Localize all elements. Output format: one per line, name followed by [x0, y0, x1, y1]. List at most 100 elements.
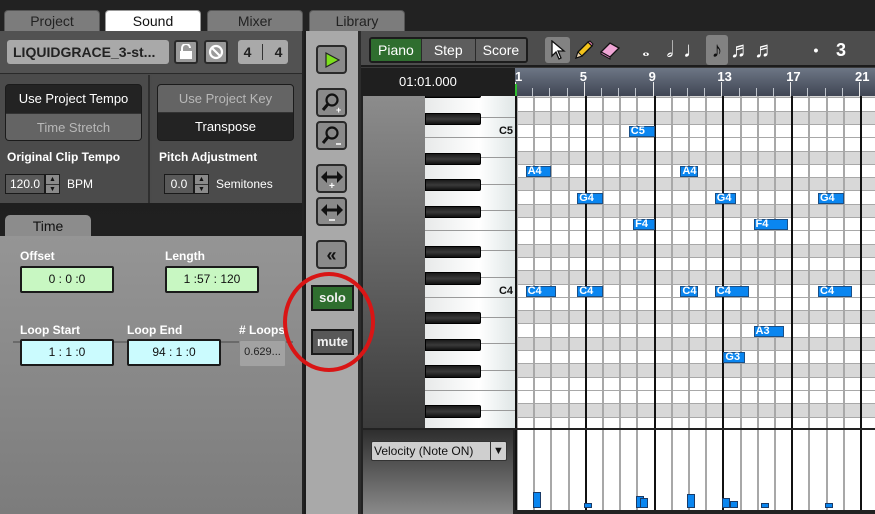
zoom-out-button[interactable] — [316, 121, 347, 150]
chevron-down-icon[interactable]: ▼ — [46, 184, 59, 194]
tab-library[interactable]: Library — [309, 10, 405, 31]
black-key[interactable] — [425, 312, 481, 325]
midi-note[interactable]: C4 — [818, 285, 853, 297]
black-key[interactable] — [425, 245, 481, 258]
chevron-up-icon[interactable]: ▲ — [195, 175, 208, 184]
velocity-grid[interactable] — [515, 430, 875, 510]
midi-note[interactable]: G4 — [577, 192, 603, 204]
playhead-marker[interactable] — [515, 84, 517, 96]
velocity-bar[interactable] — [825, 502, 833, 508]
triplet-button[interactable]: 3 — [830, 35, 852, 65]
solo-button[interactable]: solo — [311, 285, 354, 311]
midi-note[interactable]: A3 — [753, 325, 784, 337]
black-key[interactable] — [425, 365, 481, 378]
zoom-in-button[interactable]: + — [316, 88, 347, 117]
thirty-second-note-button[interactable]: ♬ — [754, 35, 776, 65]
offset-field[interactable]: 0 : 0 :0 — [20, 266, 114, 293]
tab-mixer[interactable]: Mixer — [207, 10, 303, 31]
grid-row — [517, 351, 875, 365]
no-entry-icon — [208, 44, 224, 60]
mode-score[interactable]: Score — [474, 39, 527, 61]
midi-note[interactable]: C5 — [628, 126, 655, 137]
midi-note[interactable]: C4 — [714, 285, 750, 297]
time-signature[interactable]: 4 4 — [238, 40, 288, 64]
midi-note[interactable]: F4 — [753, 219, 788, 231]
midi-note[interactable]: G4 — [818, 192, 844, 204]
use-project-tempo-option[interactable]: Use Project Tempo — [6, 85, 141, 113]
shrink-horizontal-icon — [320, 203, 343, 221]
timeline-ruler[interactable]: 01:01.000 1 5 9 13 17 21 — [361, 68, 875, 96]
sixteenth-note-button[interactable]: ♬ — [730, 35, 752, 65]
half-note-button[interactable]: 𝅗𝅥 — [659, 35, 681, 65]
midi-note[interactable]: C4 — [525, 285, 556, 297]
disable-button[interactable] — [204, 40, 228, 64]
time-stretch-option[interactable]: Time Stretch — [6, 113, 141, 140]
midi-note[interactable]: C4 — [680, 285, 698, 297]
pointer-tool[interactable] — [545, 37, 570, 63]
bar-ruler[interactable]: 1 5 9 13 17 21 — [515, 68, 875, 96]
velocity-bar[interactable] — [721, 497, 730, 508]
tab-sound[interactable]: Sound — [105, 10, 201, 32]
note-grid[interactable]: C5 A4 A4 G4 G4 G4 F4 F4 C4 C4 C4 C4 C4 A3 G3 — [515, 96, 875, 428]
velocity-bar[interactable] — [760, 502, 769, 508]
velocity-bar[interactable] — [687, 494, 696, 508]
black-key[interactable] — [425, 205, 481, 219]
black-key[interactable] — [425, 405, 481, 418]
mute-button[interactable]: mute — [311, 329, 354, 355]
midi-note[interactable]: G3 — [723, 352, 745, 364]
chevron-down-icon[interactable]: ▼ — [491, 441, 507, 461]
velocity-bar[interactable] — [730, 501, 739, 508]
ruler-tick — [704, 88, 706, 96]
pitch-stepper-arrows[interactable]: ▲ ▼ — [194, 174, 209, 194]
chevron-down-icon[interactable]: ▼ — [195, 184, 208, 194]
black-key[interactable] — [425, 112, 481, 125]
piano-keyboard[interactable]: C5 C4 — [425, 96, 515, 428]
loop-start-field[interactable]: 1 : 1 :0 — [20, 339, 114, 366]
eraser-tool[interactable] — [597, 37, 622, 63]
midi-note[interactable]: C4 — [577, 285, 603, 297]
pencil-tool[interactable] — [571, 37, 596, 63]
midi-note[interactable]: G4 — [714, 192, 737, 204]
midi-note[interactable]: F4 — [633, 219, 655, 231]
length-field[interactable]: 1 :57 : 120 — [165, 266, 259, 293]
use-project-key-option[interactable]: Use Project Key — [158, 85, 293, 113]
black-key[interactable] — [425, 152, 481, 165]
shrink-horizontal-button[interactable] — [316, 197, 347, 226]
black-key[interactable] — [425, 338, 481, 352]
mode-step[interactable]: Step — [420, 39, 475, 61]
whole-note-button[interactable]: 𝅝 — [635, 35, 657, 65]
tab-project[interactable]: Project — [4, 10, 100, 31]
tempo-mode-toggle: Use Project Tempo Time Stretch — [5, 84, 142, 141]
chevron-up-icon[interactable]: ▲ — [46, 175, 59, 184]
collapse-panel-button[interactable]: « — [316, 240, 347, 269]
velocity-parameter-select[interactable]: Velocity (Note ON) ▼ — [371, 441, 507, 461]
velocity-bar[interactable] — [640, 497, 649, 508]
tempo-input[interactable]: 120.0 — [5, 174, 45, 194]
beat-line — [808, 430, 811, 510]
dotted-note-button[interactable]: • — [805, 35, 827, 65]
midi-note[interactable]: A4 — [525, 165, 552, 177]
velocity-bar[interactable] — [584, 502, 593, 508]
play-button[interactable] — [316, 45, 347, 74]
eighth-note-button[interactable]: ♪ — [706, 35, 728, 65]
quarter-note-button[interactable]: ♩ — [683, 35, 705, 65]
midi-note[interactable]: A4 — [680, 165, 698, 177]
tab-time[interactable]: Time — [5, 215, 91, 237]
beat-line — [825, 430, 828, 510]
mode-piano[interactable]: Piano — [371, 39, 421, 61]
playhead-position: 01:01.000 — [399, 74, 457, 89]
clip-name-field[interactable]: LIQUIDGRACE_3-st... — [7, 40, 169, 64]
loops-field[interactable]: 0.629... — [239, 340, 286, 367]
key-octave-label: C4 — [498, 284, 513, 297]
svg-text:+: + — [329, 181, 335, 190]
lock-button[interactable] — [174, 40, 198, 64]
expand-horizontal-button[interactable]: + — [316, 164, 347, 193]
transpose-option[interactable]: Transpose — [158, 113, 293, 140]
tempo-stepper-arrows[interactable]: ▲ ▼ — [45, 174, 60, 194]
black-key[interactable] — [425, 179, 481, 192]
loop-end-field[interactable]: 94 : 1 :0 — [127, 339, 221, 366]
velocity-bar[interactable] — [532, 492, 541, 508]
pitch-input[interactable]: 0.0 — [164, 174, 194, 194]
grid-row — [517, 364, 875, 378]
black-key[interactable] — [425, 272, 481, 285]
